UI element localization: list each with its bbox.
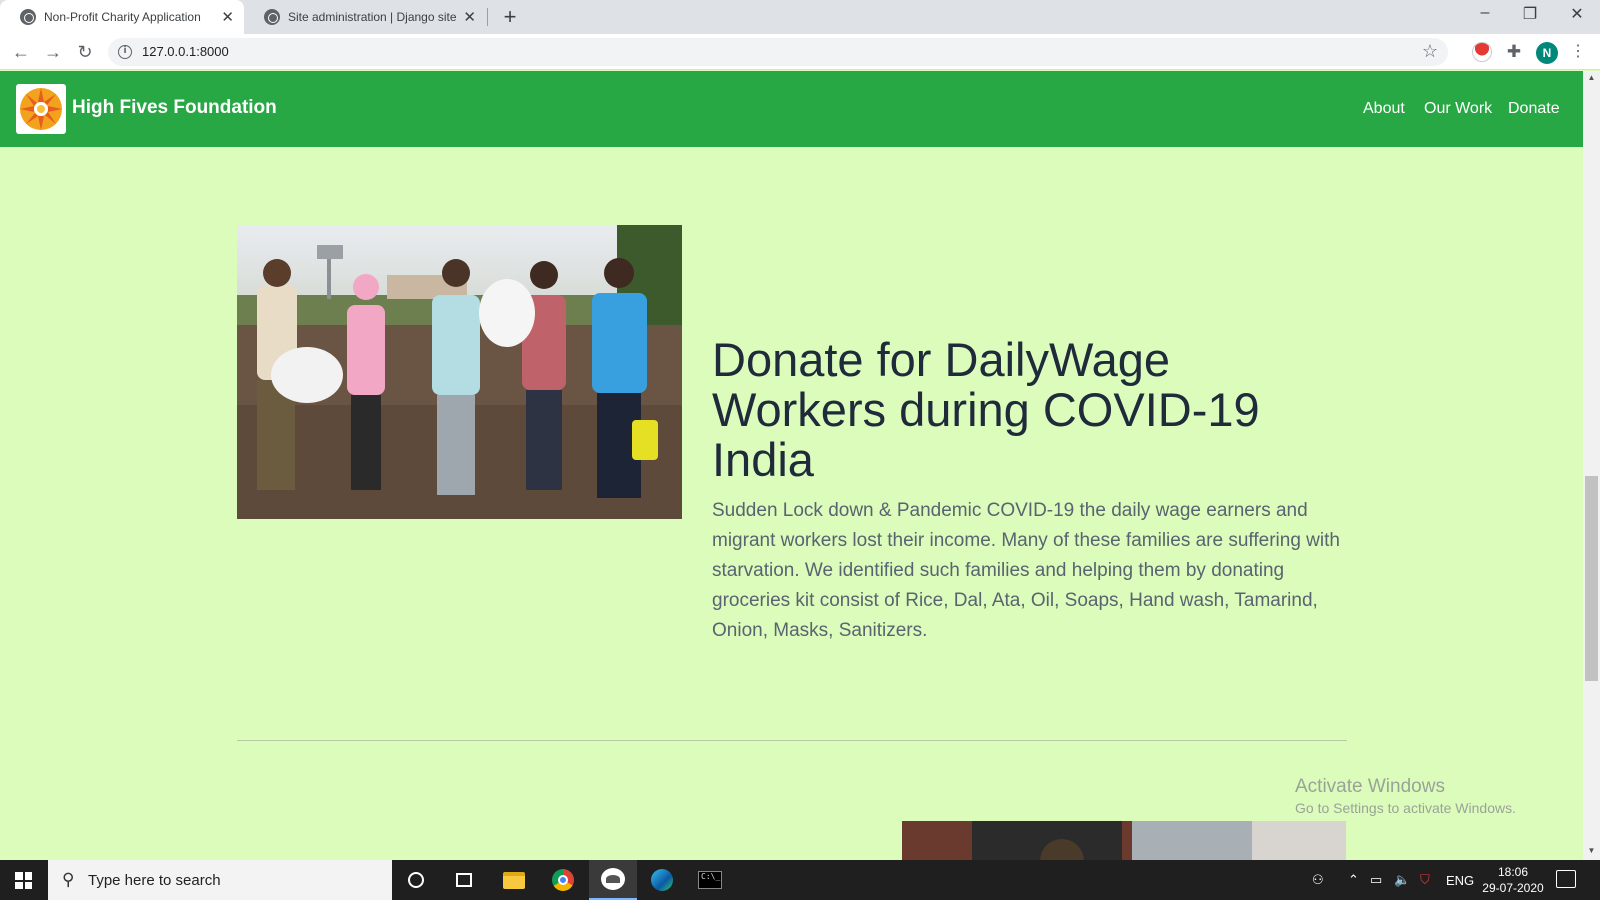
menu-dots-icon[interactable]: ⋮ xyxy=(1570,42,1586,62)
tab-django-admin[interactable]: Site administration | Django site ✕ xyxy=(244,0,486,34)
address-bar[interactable]: i 127.0.0.1:8000 ☆ xyxy=(108,38,1448,66)
shield-icon[interactable]: ⛉ xyxy=(1420,860,1430,900)
paint-app-icon[interactable] xyxy=(589,860,637,900)
windows-taskbar: ⚲ Type here to search C:\_ ⚇ ⌃ ▭ 🔈 ⛉ ENG… xyxy=(0,860,1600,900)
tab-title: Non-Profit Charity Application xyxy=(44,10,201,24)
network-icon[interactable]: ▭ xyxy=(1370,860,1382,900)
browser-toolbar: ← → ↻ i 127.0.0.1:8000 ☆ ✚ N ⋮ xyxy=(0,34,1600,70)
globe-icon xyxy=(264,9,280,25)
browser-tab-bar: Non-Profit Charity Application ✕ Site ad… xyxy=(0,0,1600,34)
windows-logo-icon xyxy=(15,872,32,889)
tab-separator xyxy=(487,8,488,26)
second-photo xyxy=(902,821,1346,861)
forward-arrow-icon[interactable]: → xyxy=(41,40,65,64)
taskbar-search-box[interactable]: ⚲ Type here to search xyxy=(48,860,392,900)
volunteers-photo xyxy=(237,225,682,519)
site-navbar: High Fives Foundation About Our Work Don… xyxy=(0,71,1583,147)
watermark-line-1: Activate Windows xyxy=(1295,776,1445,797)
clock-time: 18:06 xyxy=(1497,865,1529,879)
scroll-up-arrow-icon[interactable]: ▲ xyxy=(1583,73,1600,82)
hero-title: Donate for DailyWage Workers during COVI… xyxy=(712,333,1260,486)
activate-windows-watermark: Activate Windows Go to Settings to activ… xyxy=(1295,776,1516,816)
search-icon: ⚲ xyxy=(62,870,75,889)
extension-icon[interactable] xyxy=(1472,42,1492,62)
notification-icon[interactable] xyxy=(1556,870,1576,888)
edge-icon[interactable] xyxy=(638,860,686,900)
page-scrollbar[interactable]: ▲ ▼ xyxy=(1583,71,1600,860)
people-icon[interactable]: ⚇ xyxy=(1312,860,1324,900)
minimize-button[interactable]: – xyxy=(1470,4,1500,22)
nav-donate[interactable]: Donate xyxy=(1508,100,1560,118)
url-text[interactable]: 127.0.0.1:8000 xyxy=(142,44,229,59)
close-window-button[interactable]: ✕ xyxy=(1562,4,1592,24)
info-icon[interactable]: i xyxy=(118,45,132,59)
restore-button[interactable]: ❐ xyxy=(1515,4,1545,24)
foundation-logo[interactable] xyxy=(16,84,66,134)
file-explorer-icon[interactable] xyxy=(490,860,538,900)
hero-description: Sudden Lock down & Pandemic COVID-19 the… xyxy=(712,500,1340,641)
scroll-down-arrow-icon[interactable]: ▼ xyxy=(1583,846,1600,855)
search-placeholder: Type here to search xyxy=(88,872,221,889)
back-arrow-icon[interactable]: ← xyxy=(9,40,33,64)
new-tab-button[interactable]: + xyxy=(498,4,522,30)
volume-icon[interactable]: 🔈 xyxy=(1394,860,1410,900)
profile-avatar[interactable]: N xyxy=(1536,42,1558,64)
clock-date: 29-07-2020 xyxy=(1482,881,1544,895)
puzzle-icon[interactable]: ✚ xyxy=(1504,42,1524,62)
chevron-up-icon[interactable]: ⌃ xyxy=(1348,860,1359,900)
close-tab-icon[interactable]: ✕ xyxy=(463,8,476,26)
cortana-icon[interactable] xyxy=(392,860,440,900)
bookmark-star-icon[interactable]: ☆ xyxy=(1422,41,1438,62)
language-indicator[interactable]: ENG xyxy=(1446,860,1474,900)
section-divider xyxy=(237,740,1347,741)
tab-title: Site administration | Django site xyxy=(288,10,457,24)
system-clock[interactable]: 18:06 29-07-2020 xyxy=(1482,864,1544,896)
reload-icon[interactable]: ↻ xyxy=(73,40,97,64)
nav-about[interactable]: About xyxy=(1363,100,1405,118)
chrome-icon[interactable] xyxy=(539,860,587,900)
tab-charity-app[interactable]: Non-Profit Charity Application ✕ xyxy=(0,0,244,34)
brand-name[interactable]: High Fives Foundation xyxy=(72,97,277,119)
scrollbar-thumb[interactable] xyxy=(1585,476,1598,681)
terminal-icon[interactable]: C:\_ xyxy=(686,860,734,900)
nav-our-work[interactable]: Our Work xyxy=(1424,100,1492,118)
close-tab-icon[interactable]: ✕ xyxy=(221,8,234,26)
watermark-line-2: Go to Settings to activate Windows. xyxy=(1295,800,1516,816)
start-button[interactable] xyxy=(0,860,48,900)
globe-icon xyxy=(20,9,36,25)
task-view-icon[interactable] xyxy=(440,860,488,900)
